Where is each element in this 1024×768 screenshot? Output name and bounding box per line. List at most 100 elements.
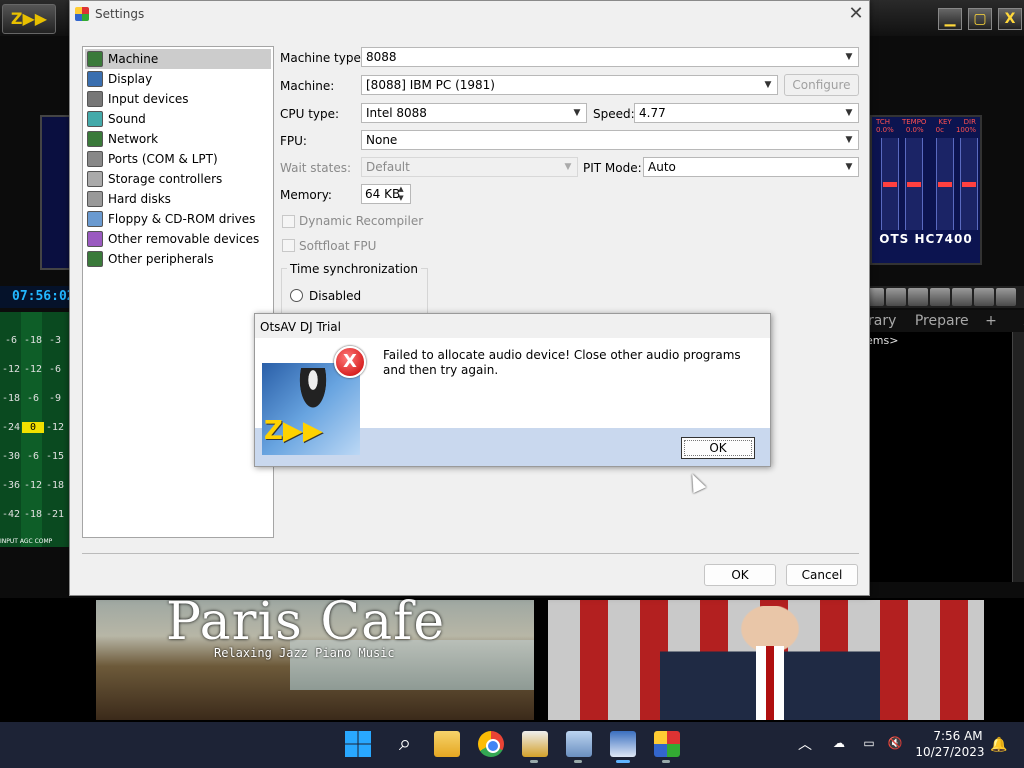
- 86box-app-icon: [75, 7, 89, 21]
- meter-scale-value: -12: [45, 422, 65, 433]
- dialog-ok-button[interactable]: OK: [681, 437, 755, 459]
- dialog-message: Failed to allocate audio device! Close o…: [383, 348, 741, 377]
- chevron-up-icon[interactable]: ︿: [798, 734, 812, 754]
- machine-type-value: 8088: [366, 50, 397, 64]
- chevron-down-icon: ▼: [845, 108, 853, 118]
- toolbar-icon[interactable]: [952, 288, 972, 306]
- taskbar-time[interactable]: 7:56 AM: [916, 729, 1000, 743]
- file-explorer-icon[interactable]: [434, 731, 460, 757]
- maximize-icon[interactable]: ▢: [968, 8, 992, 30]
- add-tab-button[interactable]: +: [985, 313, 997, 329]
- nav-item-label: Floppy & CD-ROM drives: [108, 212, 256, 226]
- cancel-button[interactable]: Cancel: [786, 564, 858, 586]
- 86box-icon[interactable]: [654, 731, 680, 757]
- chevron-down-icon: ▼: [845, 52, 853, 62]
- otsav-library-list[interactable]: ems>: [862, 332, 1012, 582]
- dynamic-recompiler-checkbox[interactable]: [282, 215, 295, 228]
- pitch-panel-value: 0c: [935, 126, 944, 134]
- display-icon: [87, 71, 103, 87]
- spin-arrows-icon[interactable]: ▲ ▼: [395, 185, 407, 203]
- settings-title: Settings: [95, 7, 145, 21]
- close-icon[interactable]: ✕: [846, 3, 866, 25]
- removable-devices-icon: [87, 231, 103, 247]
- minimize-icon[interactable]: ▁: [938, 8, 962, 30]
- toolbar-icon[interactable]: [974, 288, 994, 306]
- tab-library[interactable]: rary: [868, 313, 896, 329]
- pitch-panel-value: 0.0%: [876, 126, 894, 134]
- nav-item-sound[interactable]: Sound: [85, 109, 271, 129]
- pitch-slider[interactable]: [881, 138, 899, 230]
- meter-scale-value: -18: [45, 480, 65, 491]
- fpu-value: None: [366, 133, 398, 147]
- cpu-type-dropdown[interactable]: Intel 8088 ▼: [361, 103, 587, 123]
- nav-item-floppy-cd-rom-drives[interactable]: Floppy & CD-ROM drives: [85, 209, 271, 229]
- ok-button[interactable]: OK: [704, 564, 776, 586]
- nav-item-other-removable-devices[interactable]: Other removable devices: [85, 229, 271, 249]
- meter-scale-value: -12: [1, 364, 21, 375]
- nav-item-network[interactable]: Network: [85, 129, 271, 149]
- meter-scale-value: -18: [23, 509, 43, 520]
- settings-separator: [82, 553, 859, 554]
- chrome-icon[interactable]: [478, 731, 504, 757]
- network-icon: [87, 131, 103, 147]
- notification-bell-icon[interactable]: 🔔: [990, 737, 1007, 753]
- tab-prepare[interactable]: Prepare: [915, 313, 969, 329]
- meter-scale-value: -15: [45, 451, 65, 462]
- memory-spinbox[interactable]: 64 KB ▲ ▼: [361, 184, 411, 204]
- nav-item-label: Hard disks: [108, 192, 171, 206]
- close-icon[interactable]: X: [998, 8, 1022, 30]
- nav-item-display[interactable]: Display: [85, 69, 271, 89]
- machine-dropdown[interactable]: [8088] IBM PC (1981) ▼: [361, 75, 778, 95]
- toolbar-icon[interactable]: [996, 288, 1016, 306]
- softfloat-fpu-checkbox[interactable]: [282, 239, 295, 252]
- key-slider[interactable]: [936, 138, 954, 230]
- tempo-slider[interactable]: [905, 138, 923, 230]
- meter-scale-value: -6: [4, 335, 18, 346]
- otsav-icon[interactable]: [610, 731, 636, 757]
- nav-item-other-peripherals[interactable]: Other peripherals: [85, 249, 271, 269]
- machine-icon: [87, 51, 103, 67]
- memory-label: Memory:: [280, 188, 332, 202]
- dir-slider[interactable]: [960, 138, 978, 230]
- fpu-dropdown[interactable]: None ▼: [361, 130, 859, 150]
- meter-scale-value: -36: [1, 480, 21, 491]
- wait-states-dropdown[interactable]: Default ▼: [361, 157, 578, 177]
- otsav-library-scrollbar[interactable]: [1012, 332, 1024, 582]
- nav-item-input-devices[interactable]: Input devices: [85, 89, 271, 109]
- meter-scale-value: -18: [23, 335, 43, 346]
- toolbar-icon[interactable]: [908, 288, 928, 306]
- pitch-panel-label: DIR: [963, 118, 976, 126]
- network-icon[interactable]: ▭: [860, 736, 878, 752]
- machine-type-dropdown[interactable]: 8088 ▼: [361, 47, 859, 67]
- search-icon[interactable]: ⌕: [392, 731, 418, 757]
- photos-icon[interactable]: [566, 731, 592, 757]
- nav-item-label: Machine: [108, 52, 159, 66]
- nav-item-ports-com-lpt[interactable]: Ports (COM & LPT): [85, 149, 271, 169]
- disabled-radio[interactable]: [290, 289, 303, 302]
- error-icon: X: [334, 346, 366, 378]
- meter-scale-value: -9: [48, 393, 62, 404]
- pitch-panel-label: KEY: [938, 118, 952, 126]
- input-devices-icon: [87, 91, 103, 107]
- app-icon[interactable]: [522, 731, 548, 757]
- nav-item-storage-controllers[interactable]: Storage controllers: [85, 169, 271, 189]
- speed-dropdown[interactable]: 4.77 ▼: [634, 103, 859, 123]
- volume-icon[interactable]: 🔇: [886, 736, 904, 752]
- otsav-logo[interactable]: Z▶▶: [2, 4, 56, 34]
- nav-item-hard-disks[interactable]: Hard disks: [85, 189, 271, 209]
- nav-item-label: Input devices: [108, 92, 189, 106]
- pit-mode-dropdown[interactable]: Auto ▼: [643, 157, 859, 177]
- onedrive-icon[interactable]: ☁: [830, 736, 848, 752]
- otsav-toolbar: [862, 286, 1024, 308]
- wait-states-value: Default: [366, 160, 410, 174]
- meter-scale-value: -3: [48, 335, 62, 346]
- toolbar-icon[interactable]: [930, 288, 950, 306]
- taskbar-date[interactable]: 10/27/2023: [908, 745, 992, 759]
- nav-item-machine[interactable]: Machine: [85, 49, 271, 69]
- nav-item-label: Network: [108, 132, 159, 146]
- speed-label: Speed:: [593, 107, 635, 121]
- paris-cafe-title: Paris Cafe: [166, 592, 446, 652]
- settings-titlebar[interactable]: [70, 1, 869, 31]
- configure-button[interactable]: Configure: [784, 74, 859, 96]
- toolbar-icon[interactable]: [886, 288, 906, 306]
